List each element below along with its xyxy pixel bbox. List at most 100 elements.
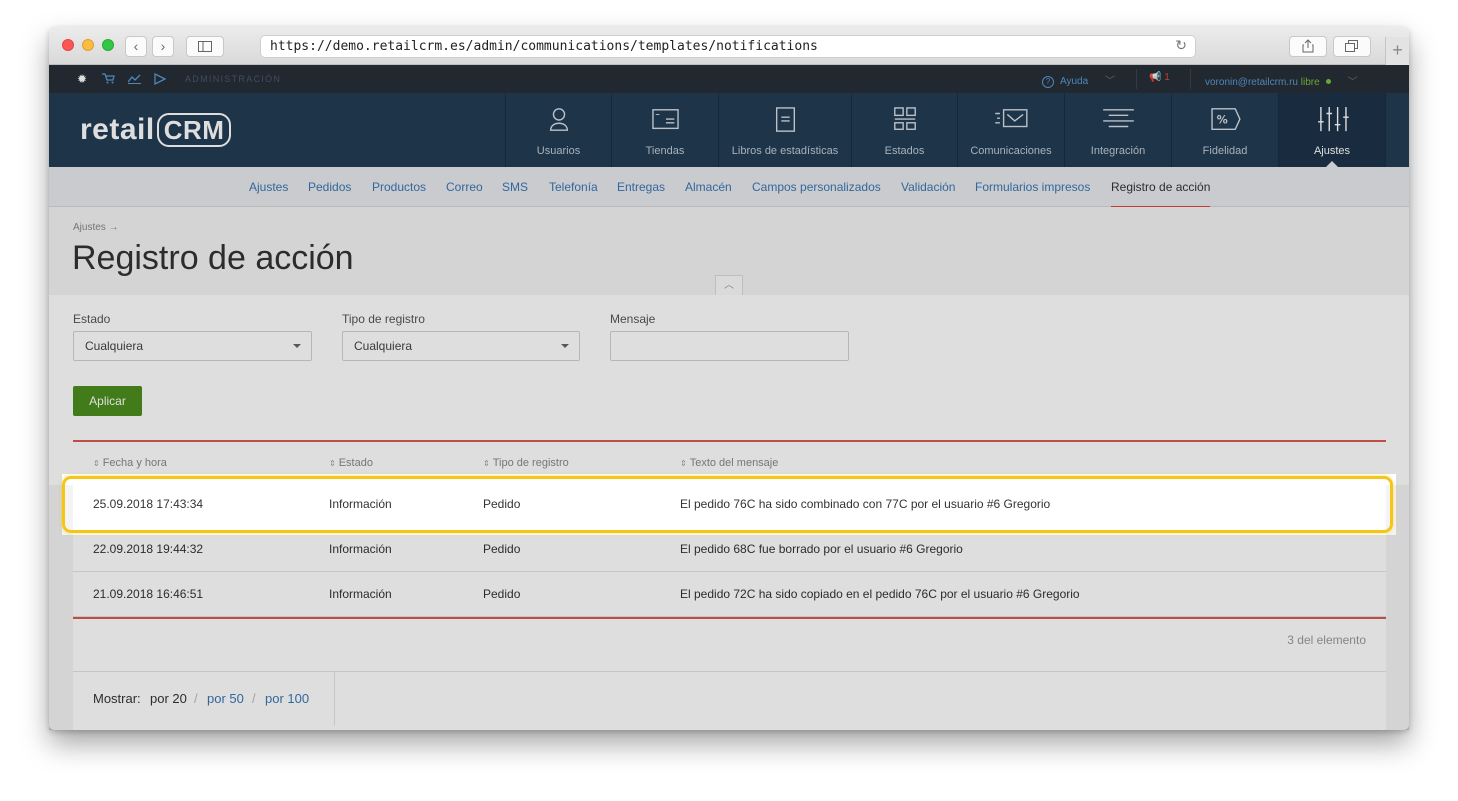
col-fecha-hora[interactable]: ⇕ Fecha y hora <box>93 457 167 469</box>
col-tipo-registro[interactable]: ⇕ Tipo de registro <box>483 457 569 469</box>
retailcrm-logo[interactable]: retail CRM <box>80 113 232 147</box>
sort-icon: ⇕ <box>329 459 336 468</box>
table-top-rule <box>73 440 1386 442</box>
mensaje-input[interactable] <box>610 331 849 361</box>
reload-icon[interactable]: ↻ <box>1175 36 1187 57</box>
collapse-filters-button[interactable]: ︿ <box>715 275 743 295</box>
subnav-correo[interactable]: Correo <box>446 180 483 194</box>
row-date: 21.09.2018 16:46:51 <box>93 587 204 601</box>
subnav-ajustes[interactable]: Ajustes <box>249 180 288 194</box>
subnav-sms[interactable]: SMS <box>502 180 528 194</box>
nav-fidelidad[interactable]: % Fidelidad <box>1171 93 1278 167</box>
divider <box>1190 69 1191 89</box>
action-log-table: ⇕ Fecha y hora ⇕ Estado ⇕ Tipo de registro … <box>73 440 1386 730</box>
subnav-formularios-impresos[interactable]: Formularios impresos <box>975 180 1090 194</box>
forward-button[interactable]: › <box>152 36 174 57</box>
subnav-registro-accion[interactable]: Registro de acción <box>1111 180 1211 207</box>
nav-comunicaciones[interactable]: Comunicaciones <box>957 93 1064 167</box>
row-message: El pedido 68C fue borrado por el usuario… <box>680 542 963 556</box>
user-email: voronin@retailcrm.ru <box>1205 77 1298 88</box>
sort-icon: ⇕ <box>483 459 490 468</box>
col-texto-mensaje[interactable]: ⇕ Texto del mensaje <box>680 457 778 469</box>
subnav-validacion[interactable]: Validación <box>901 180 955 194</box>
nav-tiendas[interactable]: Tiendas <box>611 93 718 167</box>
nav-label: Ajustes <box>1313 145 1351 157</box>
tabs-overview-button[interactable] <box>1333 36 1371 57</box>
estado-filter-label: Estado <box>73 312 111 326</box>
help-link[interactable]: ? Ayuda ﹀ <box>1042 72 1115 88</box>
nav-ajustes[interactable]: Ajustes <box>1278 93 1385 167</box>
browser-toolbar: ‹ › https://demo.retailcrm.es/admin/comm… <box>49 27 1409 65</box>
table-row[interactable]: 25.09.2018 17:43:34 Información Pedido E… <box>73 482 1386 527</box>
chevron-right-icon: › <box>160 38 166 54</box>
subnav-telefonia[interactable]: Telefonía <box>549 180 598 194</box>
chevron-down-icon: ﹀ <box>1104 76 1115 87</box>
page-size-100-link[interactable]: por 100 <box>265 691 309 706</box>
minimize-window-button[interactable] <box>82 39 94 51</box>
table-row[interactable]: 21.09.2018 16:46:51 Información Pedido E… <box>73 572 1386 617</box>
nav-label: Estados <box>884 145 925 157</box>
new-tab-button[interactable]: + <box>1385 37 1409 65</box>
address-bar[interactable]: https://demo.retailcrm.es/admin/communic… <box>260 35 1196 58</box>
row-message: El pedido 76C ha sido combinado con 77C … <box>680 497 1051 511</box>
nav-label: Usuarios <box>536 145 581 157</box>
estado-select-value: Cualquiera <box>85 339 144 353</box>
cart-icon[interactable] <box>102 73 115 84</box>
status-dot-icon <box>1325 79 1331 84</box>
row-date: 22.09.2018 19:44:32 <box>93 542 204 556</box>
pager-separator: / <box>194 691 198 706</box>
subnav-entregas[interactable]: Entregas <box>617 180 665 194</box>
estado-select[interactable]: Cualquiera <box>73 331 312 361</box>
logo-text: retail <box>80 113 155 146</box>
breadcrumb[interactable]: Ajustes → <box>73 222 119 233</box>
notifications-button[interactable]: 📢 1 <box>1149 72 1170 83</box>
row-status: Información <box>329 497 392 511</box>
nav-label: Fidelidad <box>1202 145 1248 157</box>
mensaje-filter-label: Mensaje <box>610 312 656 326</box>
table-row[interactable]: 22.09.2018 19:44:32 Información Pedido E… <box>73 527 1386 572</box>
divider <box>1136 69 1137 89</box>
pager-separator: / <box>252 691 256 706</box>
nav-libros-estadisticas[interactable]: Libros de estadísticas <box>718 93 851 167</box>
notifications-count: 1 <box>1164 72 1170 83</box>
page-title: Registro de acción <box>72 239 354 277</box>
col-estado[interactable]: ⇕ Estado <box>329 457 373 469</box>
nav-label: Integración <box>1090 145 1146 157</box>
sidebar-toggle-button[interactable] <box>186 36 224 57</box>
tipo-registro-select[interactable]: Cualquiera <box>342 331 580 361</box>
nav-usuarios[interactable]: Usuarios <box>505 93 611 167</box>
nav-integracion[interactable]: Integración <box>1064 93 1171 167</box>
user-icon <box>549 108 569 131</box>
store-icon <box>652 109 679 130</box>
discount-tag-icon: % <box>1211 108 1241 130</box>
gear-icon[interactable]: ✹ <box>77 72 87 86</box>
col-label: Tipo de registro <box>492 457 569 469</box>
subnav-pedidos[interactable]: Pedidos <box>308 180 351 194</box>
logo-crm: CRM <box>156 113 232 147</box>
mail-icon <box>995 109 1028 128</box>
nav-estados[interactable]: Estados <box>851 93 957 167</box>
share-button[interactable] <box>1289 36 1327 57</box>
sort-icon: ⇕ <box>93 459 100 468</box>
page-size-20: por 20 <box>150 691 187 706</box>
subnav-campos-personalizados[interactable]: Campos personalizados <box>752 180 881 194</box>
apply-button[interactable]: Aplicar <box>73 386 142 416</box>
subnav-productos[interactable]: Productos <box>372 180 426 194</box>
subnav-almacen[interactable]: Almacén <box>685 180 732 194</box>
question-icon: ? <box>1042 76 1054 88</box>
back-button[interactable]: ‹ <box>125 36 147 57</box>
admin-section-label: ADMINISTRACIÓN <box>185 74 282 84</box>
help-label: Ayuda <box>1060 76 1089 87</box>
admin-topbar: ✹ ADMINISTRACIÓN ? Ayuda ﹀ 📢 1 voronin@re… <box>49 65 1409 93</box>
user-menu[interactable]: voronin@retailcrm.ru libre ﹀ <box>1205 73 1358 88</box>
zoom-window-button[interactable] <box>102 39 114 51</box>
page-size-50-link[interactable]: por 50 <box>207 691 244 706</box>
col-label: Estado <box>338 457 373 469</box>
show-label: Mostrar: <box>93 691 141 706</box>
settings-subnav: Ajustes Pedidos Productos Correo SMS Tel… <box>49 167 1409 207</box>
sort-icon: ⇕ <box>680 459 687 468</box>
analytics-icon[interactable] <box>128 74 141 84</box>
nav-divider <box>1385 93 1409 167</box>
play-icon[interactable] <box>154 73 166 85</box>
close-window-button[interactable] <box>62 39 74 51</box>
